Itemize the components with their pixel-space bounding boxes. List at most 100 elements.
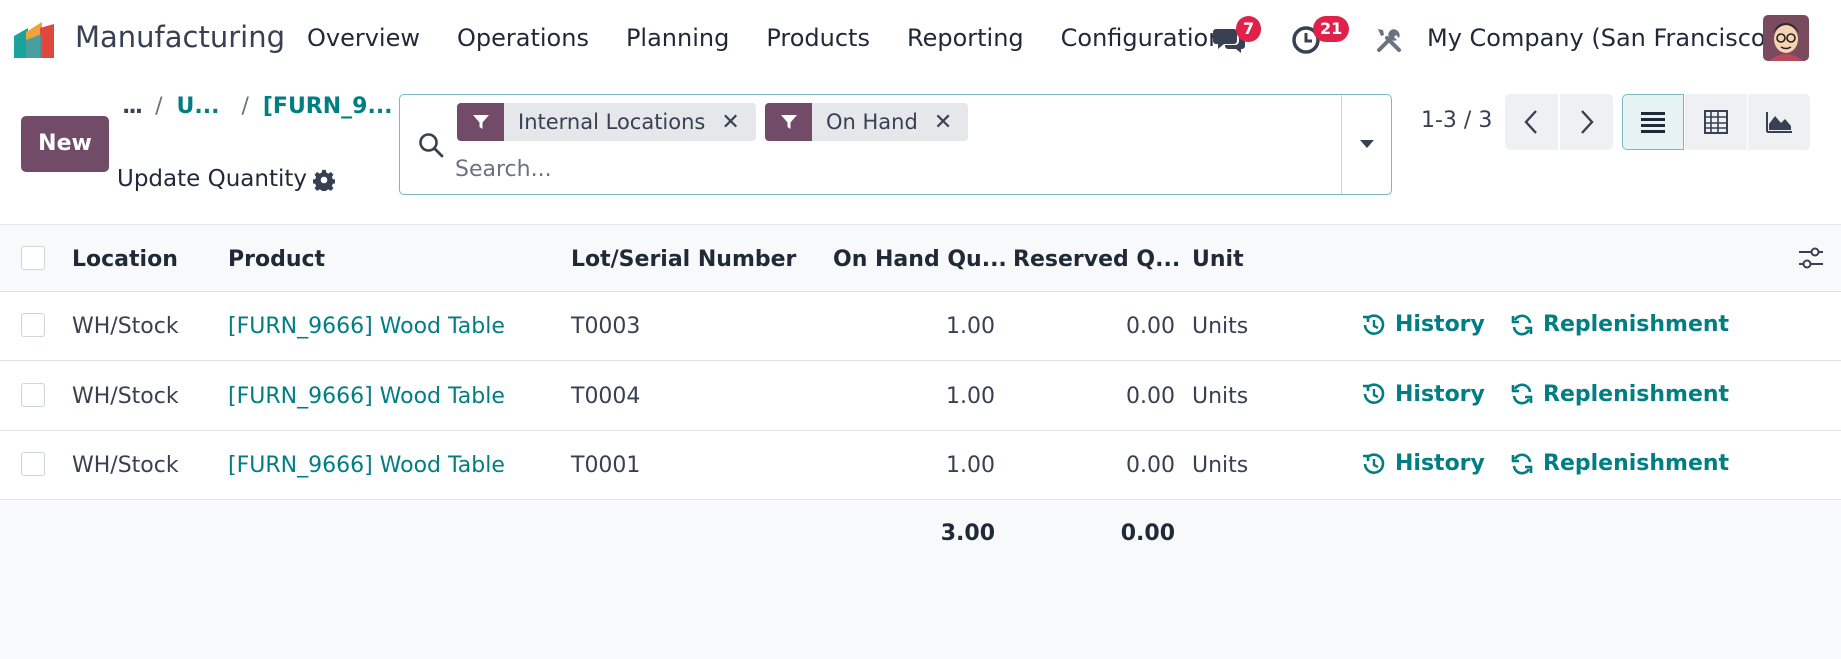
history-button[interactable]: History xyxy=(1362,312,1485,337)
breadcrumb-separator: / xyxy=(241,94,249,119)
breadcrumb-item-1[interactable]: U... xyxy=(177,94,220,119)
column-location[interactable]: Location xyxy=(72,247,178,272)
top-navbar: Manufacturing Overview Operations Planni… xyxy=(0,0,1841,80)
history-button[interactable]: History xyxy=(1362,382,1485,407)
search-icon xyxy=(419,133,444,158)
messages-badge: 7 xyxy=(1236,16,1262,42)
cell-location: WH/Stock xyxy=(72,453,179,479)
search-facet-on-hand: On Hand ✕ xyxy=(765,103,969,141)
chevron-left-icon xyxy=(1524,110,1537,134)
cell-product[interactable]: [FURN_9666] Wood Table xyxy=(228,453,505,478)
breadcrumb-separator: / xyxy=(155,94,163,119)
avatar[interactable] xyxy=(1763,15,1809,61)
history-label: History xyxy=(1395,312,1485,337)
column-product[interactable]: Product xyxy=(228,247,325,272)
history-icon xyxy=(1363,453,1385,474)
cell-unit: Units xyxy=(1192,453,1249,479)
cell-on-hand: 1.00 xyxy=(946,383,995,409)
replenishment-label: Replenishment xyxy=(1543,381,1730,407)
main-menu: Overview Operations Planning Products Re… xyxy=(307,24,1260,52)
total-on-hand: 3.00 xyxy=(940,521,995,546)
list-view-icon xyxy=(1641,112,1665,133)
user-avatar-icon xyxy=(1763,15,1809,61)
tools-icon[interactable] xyxy=(1375,26,1403,54)
cell-unit: Units xyxy=(1192,383,1249,409)
table-header: Location Product Lot/Serial Number On Ha… xyxy=(0,225,1841,292)
menu-overview[interactable]: Overview xyxy=(307,24,420,52)
breadcrumb-item-2[interactable]: [FURN_9... xyxy=(263,94,393,119)
cell-location: WH/Stock xyxy=(72,383,179,409)
menu-reporting[interactable]: Reporting xyxy=(907,24,1024,52)
column-on-hand[interactable]: On Hand Qu... xyxy=(833,247,1007,272)
pager-previous-button[interactable] xyxy=(1505,94,1558,150)
cell-reserved: 0.00 xyxy=(1126,383,1175,409)
column-lot-serial[interactable]: Lot/Serial Number xyxy=(571,247,796,272)
pivot-view-button[interactable] xyxy=(1685,94,1747,150)
facet-label: On Hand xyxy=(826,110,918,134)
cell-product[interactable]: [FURN_9666] Wood Table xyxy=(228,314,505,339)
area-chart-icon xyxy=(1766,112,1792,133)
breadcrumb: ... / U... / [FURN_9... xyxy=(122,94,393,119)
facet-close-icon[interactable]: ✕ xyxy=(721,110,755,135)
replenishment-button[interactable]: Replenishment xyxy=(1510,382,1729,407)
refresh-icon xyxy=(1511,383,1533,405)
table-row[interactable]: WH/Stock [FURN_9666] Wood Table T0003 1.… xyxy=(0,292,1841,361)
history-label: History xyxy=(1395,451,1485,477)
app-name[interactable]: Manufacturing xyxy=(75,20,285,54)
history-button[interactable]: History xyxy=(1362,451,1485,476)
cell-location: WH/Stock xyxy=(72,314,179,339)
table-row[interactable]: WH/Stock [FURN_9666] Wood Table T0001 1.… xyxy=(0,431,1841,501)
cell-lot: T0001 xyxy=(571,453,641,479)
pager-next-button[interactable] xyxy=(1560,94,1613,150)
menu-configuration[interactable]: Configuration xyxy=(1061,24,1224,52)
chevron-right-icon xyxy=(1581,110,1594,134)
app-logo-icon[interactable] xyxy=(14,22,62,58)
pivot-table-icon xyxy=(1704,110,1728,134)
replenishment-label: Replenishment xyxy=(1543,312,1730,337)
search-facet-internal-locations: Internal Locations ✕ xyxy=(457,103,756,141)
new-button[interactable]: New xyxy=(21,116,109,172)
facet-label: Internal Locations xyxy=(518,110,706,134)
gear-icon[interactable] xyxy=(313,169,335,191)
activities-badge: 21 xyxy=(1313,16,1350,42)
total-reserved: 0.00 xyxy=(1120,521,1175,546)
cell-reserved: 0.00 xyxy=(1126,314,1175,339)
row-checkbox[interactable] xyxy=(21,382,45,407)
table-footer: 3.00 0.00 xyxy=(0,501,1841,659)
facet-close-icon[interactable]: ✕ xyxy=(934,110,968,135)
column-unit[interactable]: Unit xyxy=(1192,247,1244,272)
row-checkbox[interactable] xyxy=(21,313,45,337)
select-all-checkbox[interactable] xyxy=(21,246,45,270)
cell-lot: T0004 xyxy=(571,383,641,409)
history-icon xyxy=(1363,383,1385,405)
cell-product[interactable]: [FURN_9666] Wood Table xyxy=(228,384,505,409)
row-checkbox[interactable] xyxy=(21,452,45,477)
company-switcher[interactable]: My Company (San Francisco) xyxy=(1427,24,1775,52)
menu-products[interactable]: Products xyxy=(766,24,870,52)
search-options-toggle[interactable] xyxy=(1341,95,1391,194)
list-view-button[interactable] xyxy=(1622,94,1684,150)
replenishment-label: Replenishment xyxy=(1543,451,1730,477)
column-settings-icon[interactable] xyxy=(1797,245,1825,271)
refresh-icon xyxy=(1511,314,1533,335)
cell-reserved: 0.00 xyxy=(1126,453,1175,479)
replenishment-button[interactable]: Replenishment xyxy=(1510,451,1729,476)
table-row[interactable]: WH/Stock [FURN_9666] Wood Table T0004 1.… xyxy=(0,361,1841,431)
filter-icon xyxy=(765,103,812,141)
breadcrumb-dots[interactable]: ... xyxy=(122,94,143,119)
history-icon xyxy=(1363,313,1385,335)
column-reserved[interactable]: Reserved Q... xyxy=(1013,247,1180,272)
replenishment-button[interactable]: Replenishment xyxy=(1510,312,1729,337)
graph-view-button[interactable] xyxy=(1748,94,1810,150)
menu-operations[interactable]: Operations xyxy=(457,24,589,52)
search-panel: Internal Locations ✕ On Hand ✕ xyxy=(399,94,1392,195)
page-title: Update Quantity xyxy=(117,166,307,192)
cell-lot: T0003 xyxy=(571,314,641,339)
history-label: History xyxy=(1395,381,1485,407)
menu-planning[interactable]: Planning xyxy=(626,24,729,52)
search-input[interactable] xyxy=(455,153,1155,185)
filter-icon xyxy=(457,103,504,141)
cell-unit: Units xyxy=(1192,314,1249,339)
pager-value[interactable]: 1-3 / 3 xyxy=(1421,108,1492,133)
refresh-icon xyxy=(1511,453,1533,475)
